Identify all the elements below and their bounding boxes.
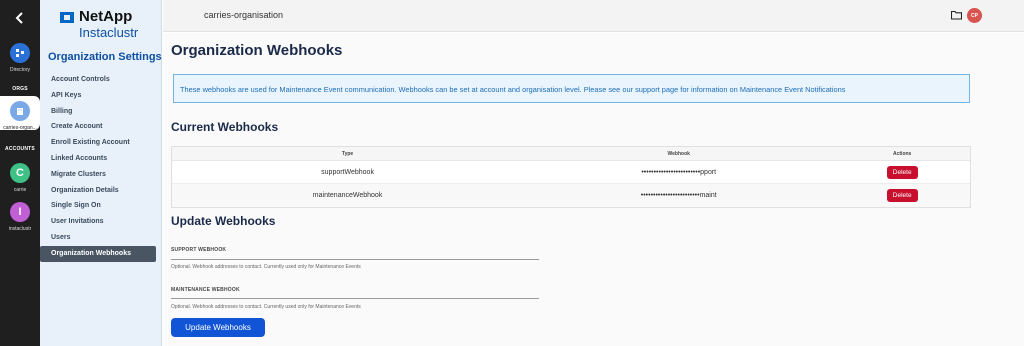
logo-brand: NetApp [79, 8, 133, 25]
folder-icon[interactable] [951, 10, 962, 20]
rail-item-carrie[interactable]: C carrie [0, 163, 40, 193]
column-header-type: Type [341, 151, 354, 157]
rail-item-directory[interactable]: Directory [0, 43, 40, 73]
rail-section-accounts: ACCOUNTS [5, 146, 35, 152]
rail-item-org[interactable]: carries-organ... [0, 101, 40, 131]
sidebar-nav: Account Controls API Keys Billing Create… [40, 72, 162, 262]
account-avatar: C [10, 163, 30, 183]
sidebar-title: Organization Settings [48, 51, 162, 63]
sidebar-item-user-invitations[interactable]: User Invitations [40, 214, 162, 230]
netapp-logo-icon [60, 12, 74, 23]
sidebar-item-linked-accounts[interactable]: Linked Accounts [40, 151, 162, 167]
account-rail: Directory ORGS carries-organ... ACCOUNTS… [0, 0, 40, 346]
info-banner-text: These webhooks are used for Maintenance … [180, 85, 846, 94]
info-banner: These webhooks are used for Maintenance … [173, 74, 970, 103]
update-webhooks-title: Update Webhooks [171, 214, 276, 228]
column-header-webhook: Webhook [667, 151, 690, 157]
webhook-url: ••••••••••••••••••••••••maint [640, 192, 717, 199]
chevron-left-icon [15, 12, 23, 24]
rail-label: carries-organ... [3, 125, 37, 131]
actions-cell: Delete [834, 184, 970, 207]
sidebar-item-create-account[interactable]: Create Account [40, 119, 162, 135]
page-title: Organization Webhooks [171, 42, 343, 59]
sidebar-item-enroll-existing-account[interactable]: Enroll Existing Account [40, 135, 162, 151]
update-webhooks-button[interactable]: Update Webhooks [171, 318, 265, 337]
user-avatar[interactable]: CP [967, 8, 982, 23]
actions-cell: Delete [834, 161, 970, 183]
maintenance-webhook-input[interactable] [171, 287, 539, 299]
settings-sidebar: NetApp Instaclustr Organization Settings… [40, 0, 162, 346]
sidebar-item-migrate-clusters[interactable]: Migrate Clusters [40, 167, 162, 183]
delete-button[interactable]: Delete [886, 165, 918, 179]
rail-label: Directory [9, 67, 30, 73]
directory-icon [10, 43, 30, 63]
webhook-url: ••••••••••••••••••••••••pport [641, 168, 717, 176]
rail-section-orgs: ORGS [12, 86, 28, 92]
delete-button[interactable]: Delete [886, 189, 918, 202]
sidebar-item-users[interactable]: Users [40, 230, 162, 246]
logo-product: Instaclustr [79, 25, 139, 40]
organization-icon [10, 101, 30, 121]
column-header-actions: Actions [893, 151, 912, 157]
support-webhook-help: Optional. Webhook addresses to contact. … [171, 264, 361, 270]
sidebar-item-account-controls[interactable]: Account Controls [40, 72, 162, 88]
top-bar: carries-organisation CP [163, 0, 1024, 32]
sidebar-item-organization-webhooks[interactable]: Organization Webhooks [40, 245, 156, 262]
table-row: maintenanceWebhook •••••••••••••••••••••… [172, 184, 970, 207]
app: Directory ORGS carries-organ... ACCOUNTS… [0, 0, 1024, 346]
rail-label: carrie [13, 187, 27, 193]
account-avatar: I [10, 202, 30, 222]
sidebar-item-single-sign-on[interactable]: Single Sign On [40, 198, 162, 214]
main-content: Organization Webhooks These webhooks are… [163, 33, 1024, 346]
rail-item-instaclustr[interactable]: I instaclustr [0, 202, 40, 232]
sidebar-item-api-keys[interactable]: API Keys [40, 88, 162, 104]
webhook-type: maintenanceWebhook [312, 192, 383, 199]
support-webhook-input[interactable] [171, 248, 539, 260]
webhook-type: supportWebhook [321, 168, 374, 176]
table-header: Type Webhook Actions [172, 147, 970, 161]
rail-label: instaclustr [8, 226, 32, 232]
table-row: supportWebhook ••••••••••••••••••••••••p… [172, 161, 970, 184]
maintenance-webhook-help: Optional. Webhook addresses to contact. … [171, 304, 361, 310]
sidebar-item-organization-details[interactable]: Organization Details [40, 183, 162, 199]
current-webhooks-title: Current Webhooks [171, 120, 279, 134]
current-org-name: carries-organisation [204, 10, 284, 20]
back-button[interactable] [0, 0, 40, 36]
sidebar-item-billing[interactable]: Billing [40, 104, 162, 120]
webhooks-table: Type Webhook Actions supportWebhook ••••… [171, 146, 971, 208]
